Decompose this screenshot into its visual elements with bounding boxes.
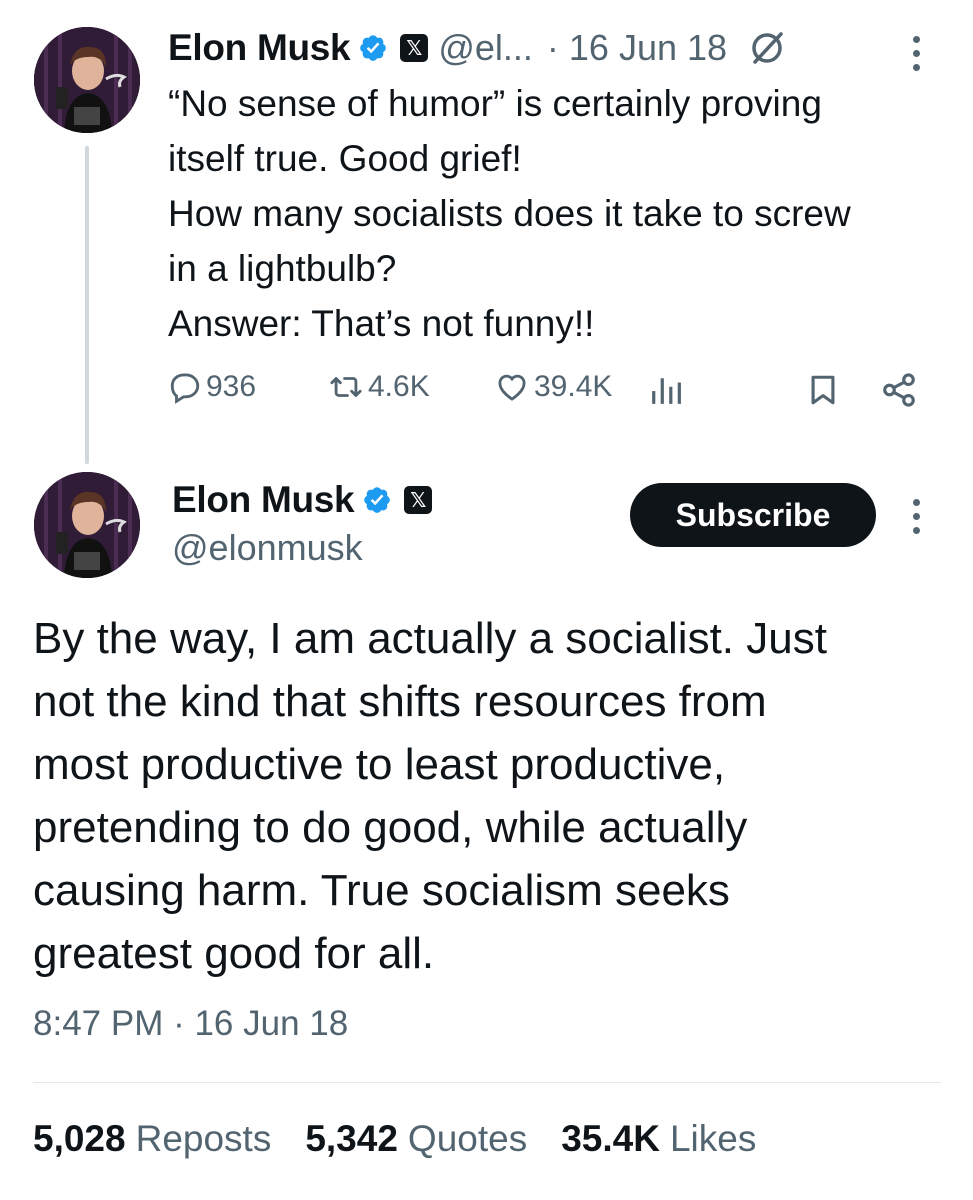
reposts-label: Reposts bbox=[135, 1118, 272, 1159]
tweet-text-line: pretending to do good, while actually bbox=[33, 803, 748, 852]
quotes-label: Quotes bbox=[407, 1118, 528, 1159]
main-tweet-header: Elon Musk 𝕏 bbox=[172, 478, 433, 522]
tweet-text-line: “No sense of humor” is certainly proving bbox=[168, 83, 822, 124]
reply-count: 936 bbox=[206, 370, 257, 403]
more-icon[interactable] bbox=[912, 36, 920, 78]
divider bbox=[33, 1082, 941, 1083]
share-icon[interactable] bbox=[880, 371, 918, 414]
quotes-count: 5,342 bbox=[305, 1118, 398, 1159]
tweet-text-line: Answer: That’s not funny!! bbox=[168, 303, 595, 344]
quoted-tweet-header: Elon Musk 𝕏 @el... · 16 Jun 18 bbox=[168, 26, 787, 70]
thread-connector-line bbox=[85, 146, 89, 464]
avatar[interactable] bbox=[34, 27, 140, 133]
reply-button[interactable]: 936 bbox=[168, 370, 256, 404]
tweet-text-line: in a lightbulb? bbox=[168, 248, 397, 289]
more-icon[interactable] bbox=[912, 499, 920, 541]
quoted-tweet-text: “No sense of humor” is certainly proving… bbox=[168, 76, 851, 351]
repost-button[interactable]: 4.6K bbox=[326, 370, 430, 404]
main-tweet-text: By the way, I am actually a socialist. J… bbox=[33, 607, 953, 985]
tweet-date[interactable]: · 16 Jun 18 bbox=[547, 27, 727, 69]
verified-icon bbox=[362, 485, 392, 515]
tweet-timestamp[interactable]: 8:47 PM · 16 Jun 18 bbox=[33, 1004, 348, 1044]
author-handle[interactable]: @elonmusk bbox=[172, 527, 363, 569]
like-icon bbox=[498, 374, 526, 401]
like-count: 39.4K bbox=[534, 370, 613, 403]
reply-icon bbox=[170, 373, 200, 404]
author-name[interactable]: Elon Musk bbox=[168, 27, 351, 69]
subscribe-button[interactable]: Subscribe bbox=[630, 483, 876, 547]
reposts-count: 5,028 bbox=[33, 1118, 126, 1159]
bookmark-icon[interactable] bbox=[806, 371, 840, 414]
repost-count: 4.6K bbox=[368, 370, 430, 403]
tweet-text-line: causing harm. True socialism seeks bbox=[33, 866, 730, 915]
author-name[interactable]: Elon Musk bbox=[172, 479, 355, 521]
tweet-text-line: By the way, I am actually a socialist. J… bbox=[33, 614, 827, 663]
likes-label: Likes bbox=[669, 1118, 757, 1159]
grok-icon[interactable] bbox=[747, 28, 787, 68]
views-icon[interactable] bbox=[650, 374, 682, 411]
tweet-text-line: How many socialists does it take to scre… bbox=[168, 193, 851, 234]
tweet-text-line: itself true. Good grief! bbox=[168, 138, 522, 179]
tweet-text-line: most productive to least productive, bbox=[33, 740, 726, 789]
likes-count: 35.4K bbox=[561, 1118, 660, 1159]
quotes-stat[interactable]: 5,342 Quotes bbox=[305, 1118, 527, 1160]
x-badge-icon: 𝕏 bbox=[400, 34, 429, 62]
tweet-text-line: greatest good for all. bbox=[33, 929, 435, 978]
like-button[interactable]: 39.4K bbox=[494, 370, 612, 404]
tweet-text-line: not the kind that shifts resources from bbox=[33, 677, 767, 726]
author-handle[interactable]: @el... bbox=[438, 27, 533, 69]
engagement-stats: 5,028 Reposts 5,342 Quotes 35.4K Likes bbox=[33, 1118, 756, 1160]
x-badge-icon: 𝕏 bbox=[404, 486, 433, 514]
likes-stat[interactable]: 35.4K Likes bbox=[561, 1118, 756, 1160]
repost-icon bbox=[330, 377, 362, 397]
reposts-stat[interactable]: 5,028 Reposts bbox=[33, 1118, 271, 1160]
avatar[interactable] bbox=[34, 472, 140, 578]
verified-icon bbox=[358, 33, 388, 63]
